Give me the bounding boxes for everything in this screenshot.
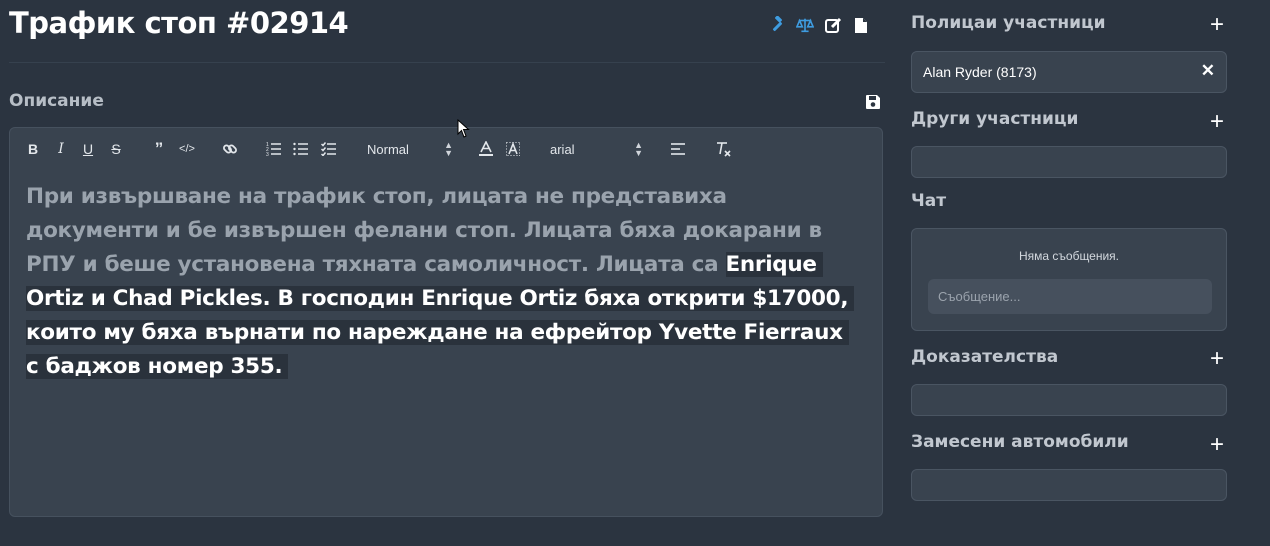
background-color-button[interactable] [505, 140, 521, 158]
font-color-button[interactable] [478, 140, 494, 158]
check-list-icon [321, 142, 336, 156]
edit-icon[interactable] [824, 16, 842, 34]
chat-message-input[interactable] [928, 279, 1212, 314]
remove-participant-button[interactable]: ✕ [1201, 61, 1215, 81]
header-select[interactable]: Normal ▲ ▼ [367, 140, 453, 158]
police-participant-name: Alan Ryder (8173) [923, 64, 1037, 80]
link-button[interactable] [221, 140, 239, 158]
link-icon [223, 144, 237, 154]
italic-button[interactable]: I [54, 140, 68, 158]
header-actions [768, 16, 870, 34]
header-divider [9, 62, 885, 63]
add-evidence-button[interactable]: + [1210, 347, 1224, 371]
check-list-button[interactable] [320, 140, 338, 158]
gavel-icon[interactable] [768, 16, 786, 34]
scale-icon[interactable] [796, 16, 814, 34]
blockquote-button[interactable]: ” [151, 139, 167, 158]
ordered-list-icon: 123 [266, 142, 281, 156]
description-text-plain: При извършване на трафик стоп, лицата не… [26, 184, 822, 277]
bullet-list-icon [293, 142, 308, 156]
clear-format-button[interactable] [714, 140, 732, 158]
editor-content[interactable]: При извършване на трафик стоп, лицата не… [26, 180, 856, 384]
police-participant-chip: Alan Ryder (8173) ✕ [911, 51, 1227, 93]
font-select-value: arial [550, 141, 575, 157]
clear-format-icon [717, 142, 731, 157]
editor-toolbar: B I U S ” </> 123 Normal ▲ ▼ arial ▲ ▼ [10, 128, 882, 170]
mouse-cursor-icon [457, 119, 470, 138]
add-vehicle-button[interactable]: + [1210, 433, 1224, 457]
strike-button[interactable]: S [109, 140, 123, 158]
align-button[interactable] [670, 140, 686, 158]
file-icon[interactable] [852, 16, 870, 34]
police-section-title: Полицаи участници [911, 13, 1106, 33]
save-icon[interactable] [865, 94, 881, 110]
vehicles-section-title: Замесени автомобили [911, 432, 1129, 452]
bold-button[interactable]: B [26, 140, 40, 158]
select-arrows-icon: ▲ ▼ [634, 140, 643, 158]
others-list[interactable] [911, 146, 1227, 178]
underline-button[interactable]: U [81, 140, 95, 158]
font-color-icon [479, 141, 493, 156]
chat-section-title: Чат [911, 191, 947, 211]
svg-text:3: 3 [266, 152, 269, 156]
page-title: Трафик стоп #02914 [9, 6, 349, 40]
chat-panel: Няма съобщения. [911, 228, 1227, 331]
header-select-value: Normal [367, 141, 409, 157]
vehicles-list[interactable] [911, 469, 1227, 501]
align-left-icon [671, 143, 685, 155]
others-section-title: Други участници [911, 109, 1079, 129]
add-others-button[interactable]: + [1210, 110, 1224, 134]
evidence-list[interactable] [911, 384, 1227, 416]
rich-text-editor[interactable]: B I U S ” </> 123 Normal ▲ ▼ arial ▲ ▼ П… [9, 127, 883, 517]
bullet-list-button[interactable] [292, 140, 310, 158]
evidence-section-title: Доказателства [911, 347, 1059, 367]
select-arrows-icon: ▲ ▼ [444, 140, 453, 158]
chat-empty-message: Няма съобщения. [1018, 249, 1120, 263]
code-block-button[interactable]: </> [178, 140, 196, 158]
ordered-list-button[interactable]: 123 [265, 140, 283, 158]
add-police-button[interactable]: + [1210, 13, 1224, 37]
description-label: Описание [9, 91, 104, 111]
font-select[interactable]: arial ▲ ▼ [550, 140, 643, 158]
background-color-icon [506, 142, 520, 156]
